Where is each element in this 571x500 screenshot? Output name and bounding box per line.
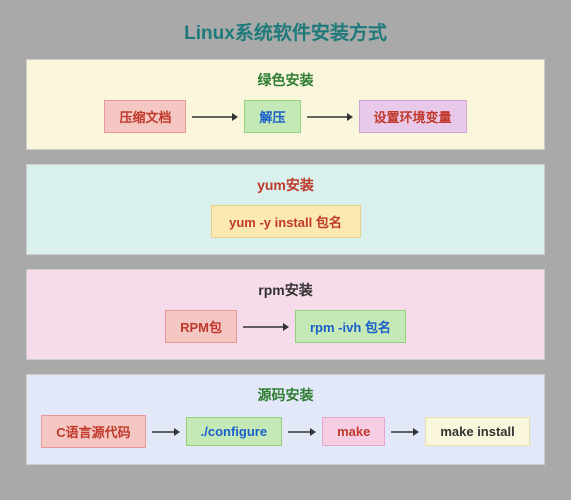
section-src-title: 源码安装 (39, 385, 532, 405)
arrow-icon (391, 426, 419, 438)
section-yum-title: yum安装 (39, 175, 532, 195)
step-archive: 压缩文档 (104, 100, 186, 133)
section-rpm-install: rpm安装 RPM包 rpm -ivh 包名 (26, 269, 545, 360)
section-yum-install: yum安装 yum -y install 包名 (26, 164, 545, 255)
rpm-row: RPM包 rpm -ivh 包名 (39, 310, 532, 343)
arrow-icon (192, 111, 238, 123)
yum-row: yum -y install 包名 (39, 205, 532, 238)
src-configure: ./configure (186, 417, 282, 446)
arrow-icon (243, 321, 289, 333)
src-row: C语言源代码 ./configure make make install (39, 415, 532, 448)
section-green-title: 绿色安装 (39, 70, 532, 90)
arrow-icon (307, 111, 353, 123)
arrow-icon (288, 426, 316, 438)
section-rpm-title: rpm安装 (39, 280, 532, 300)
step-env: 设置环境变量 (359, 100, 467, 133)
rpm-package: RPM包 (165, 310, 237, 343)
section-source-install: 源码安装 C语言源代码 ./configure make make instal… (26, 374, 545, 465)
section-green-install: 绿色安装 压缩文档 解压 设置环境变量 (26, 59, 545, 150)
green-row: 压缩文档 解压 设置环境变量 (39, 100, 532, 133)
src-make-install: make install (425, 417, 529, 446)
page-title: Linux系统软件安装方式 (26, 18, 545, 45)
src-code: C语言源代码 (41, 415, 145, 448)
yum-command: yum -y install 包名 (211, 205, 361, 238)
src-make: make (322, 417, 385, 446)
rpm-command: rpm -ivh 包名 (295, 310, 406, 343)
step-extract: 解压 (244, 100, 300, 133)
arrow-icon (152, 426, 180, 438)
